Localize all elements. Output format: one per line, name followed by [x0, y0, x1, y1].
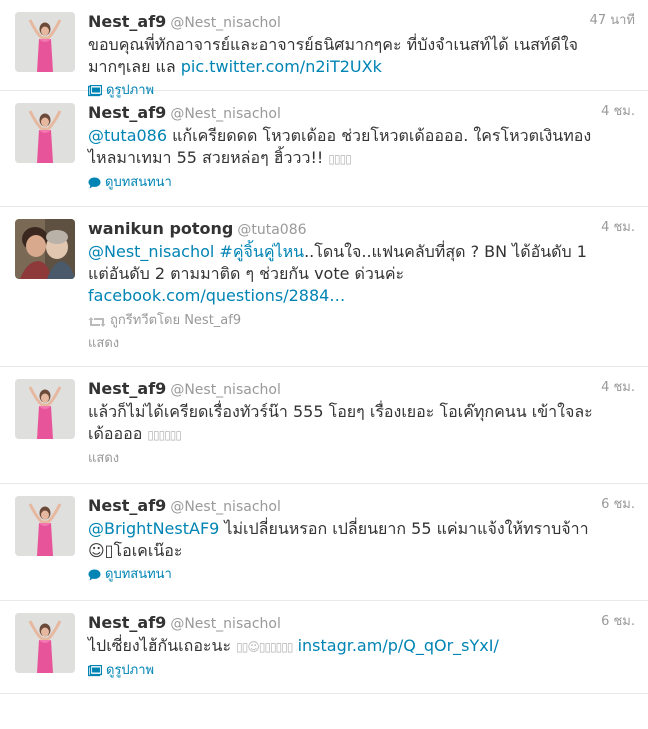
- unrendered-glyphs: ▯▯▯▯▯▯: [147, 428, 182, 442]
- tweet[interactable]: Nest_af9 @Nest_nisachol 4 ชม. @tuta086 แก…: [0, 91, 648, 207]
- avatar-image: [15, 613, 75, 673]
- mention-link[interactable]: @BrightNestAF9: [88, 519, 219, 538]
- fullname[interactable]: Nest_af9: [88, 496, 166, 515]
- view-conversation-action[interactable]: ดูบทสนทนา: [88, 566, 172, 584]
- view-conversation-action[interactable]: ดูบทสนทนา: [88, 174, 172, 192]
- fullname[interactable]: Nest_af9: [88, 613, 166, 632]
- view-photo-action[interactable]: ดูรูปภาพ: [87, 662, 155, 680]
- avatar-nest[interactable]: [15, 496, 75, 556]
- avatar-nest[interactable]: [15, 613, 75, 673]
- tweet-text: ขอบคุณพี่ทักอาจารย์และอาจารย์ธนิศมากๆคะ …: [88, 34, 636, 78]
- tweet-text: @tuta086 แก้เครียดดด โหวตเด้ออ ช่วยโหวตเ…: [88, 125, 636, 170]
- photo-icon: [87, 664, 103, 677]
- username[interactable]: @Nest_nisachol: [170, 15, 281, 31]
- expand-action[interactable]: แสดง: [88, 335, 119, 353]
- tweet-text: ไปเซี่ยงไฮ้กันเถอะนะ ▯▯☺▯▯▯▯▯▯ instagr.a…: [88, 635, 636, 658]
- fullname[interactable]: Nest_af9: [88, 103, 166, 122]
- username[interactable]: @Nest_nisachol: [170, 106, 281, 122]
- mention-link[interactable]: @Nest_nisachol: [88, 242, 214, 261]
- tweet-header: Nest_af9 @Nest_nisachol: [88, 103, 636, 123]
- timestamp[interactable]: 4 ชม.: [601, 218, 635, 238]
- hashtag-link[interactable]: #คู่จิ้นคู่ไหน: [219, 242, 304, 261]
- username[interactable]: @Nest_nisachol: [170, 499, 281, 515]
- username[interactable]: @Nest_nisachol: [170, 382, 281, 398]
- action-label: ดูบทสนทนา: [105, 567, 172, 582]
- username[interactable]: @Nest_nisachol: [170, 616, 281, 632]
- tweet-header: Nest_af9 @Nest_nisachol: [88, 496, 636, 516]
- retweeted-by: ถูกรีทวีตโดย Nest_af9: [88, 311, 636, 331]
- expand-action[interactable]: แสดง: [88, 450, 119, 468]
- tweet-header: Nest_af9 @Nest_nisachol: [88, 12, 636, 32]
- action-label: ดูรูปภาพ: [106, 663, 155, 678]
- tweet-header: Nest_af9 @Nest_nisachol: [88, 379, 636, 399]
- unrendered-glyphs: ▯▯☺▯▯▯▯▯▯: [236, 640, 293, 654]
- timestamp[interactable]: 47 นาที: [590, 11, 635, 31]
- avatar-image: [15, 103, 75, 163]
- avatar-image: [15, 12, 75, 72]
- mention-link[interactable]: @tuta086: [88, 126, 167, 145]
- timestamp[interactable]: 4 ชม.: [601, 102, 635, 122]
- tweet[interactable]: Nest_af9 @Nest_nisachol 4 ชม. แล้วก็ไม่ได…: [0, 367, 648, 484]
- tweet[interactable]: Nest_af9 @Nest_nisachol 6 ชม. @BrightNest…: [0, 484, 648, 601]
- facebook-link[interactable]: facebook.com/questions/2884…: [88, 286, 345, 305]
- tweet-text: @BrightNestAF9 ไม่เปลี่ยนหรอก เปลี่ยนยาก…: [88, 518, 636, 562]
- fullname[interactable]: Nest_af9: [88, 379, 166, 398]
- tweet-text: @Nest_nisachol #คู่จิ้นคู่ไหน..โดนใจ..แฟ…: [88, 241, 636, 307]
- action-label: ดูบทสนทนา: [105, 175, 172, 190]
- tweet[interactable]: Nest_af9 @Nest_nisachol 6 ชม. ไปเซี่ยงไฮ้…: [0, 601, 648, 694]
- tweet[interactable]: Nest_af9 @Nest_nisachol 47 นาที ขอบคุณพี่…: [0, 0, 648, 98]
- retweeted-by-label[interactable]: ถูกรีทวีตโดย Nest_af9: [110, 313, 241, 328]
- retweet-icon: [88, 317, 106, 327]
- tweet-text-line2: ☺▯โอเคเน๊อะ: [88, 541, 183, 560]
- conversation-bubble-icon: [88, 569, 101, 581]
- unrendered-glyphs: ▯▯▯▯: [328, 152, 351, 166]
- tweet-text-body: ไปเซี่ยงไฮ้กันเถอะนะ: [88, 636, 237, 655]
- fullname[interactable]: wanikun potong: [88, 219, 233, 238]
- tweet-text-body: ไม่เปลี่ยนหรอก เปลี่ยนยาก 55 แค่มาแจ้งให…: [219, 519, 589, 538]
- avatar-nest[interactable]: [15, 379, 75, 439]
- tweet[interactable]: wanikun potong @tuta086 4 ชม. @Nest_nisac…: [0, 207, 648, 367]
- timeline: Nest_af9 @Nest_nisachol 47 นาที ขอบคุณพี่…: [0, 0, 648, 694]
- timestamp[interactable]: 4 ชม.: [601, 378, 635, 398]
- tweet-header: Nest_af9 @Nest_nisachol: [88, 613, 636, 633]
- conversation-bubble-icon: [88, 177, 101, 189]
- pic-link[interactable]: pic.twitter.com/n2iT2UXk: [181, 57, 382, 76]
- avatar-wanikun[interactable]: [15, 219, 75, 279]
- avatar-image: [15, 496, 75, 556]
- username[interactable]: @tuta086: [237, 222, 306, 238]
- tweet-text: แล้วก็ไม่ได้เครียดเรื่องทัวร์น๊า 555 โอย…: [88, 401, 636, 446]
- avatar-image: [15, 219, 75, 279]
- instagram-link[interactable]: instagr.am/p/Q_qOr_sYxI/: [298, 636, 499, 655]
- timestamp[interactable]: 6 ชม.: [601, 495, 635, 515]
- avatar-nest[interactable]: [15, 12, 75, 72]
- tweet-header: wanikun potong @tuta086: [88, 219, 636, 239]
- avatar-image: [15, 379, 75, 439]
- avatar-nest[interactable]: [15, 103, 75, 163]
- fullname[interactable]: Nest_af9: [88, 12, 166, 31]
- timestamp[interactable]: 6 ชม.: [601, 612, 635, 632]
